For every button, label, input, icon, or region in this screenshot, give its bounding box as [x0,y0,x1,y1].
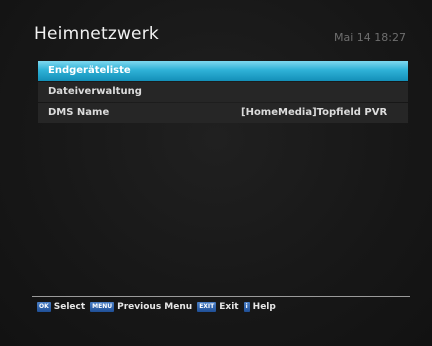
menu-item-dateiverwaltung[interactable]: Dateiverwaltung [38,82,408,102]
menu-item-label: Dateiverwaltung [48,86,142,97]
menu-item-dms-name[interactable]: DMS Name [HomeMedia]Topfield PVR [38,103,408,123]
page-title: Heimnetzwerk [34,24,159,44]
menu-item-label: Endgeräteliste [48,65,131,76]
datetime-display: Mai 14 18:27 [334,31,406,44]
help-key-label: Help [252,302,276,312]
tv-menu-screen: Heimnetzwerk Mai 14 18:27 Endgeräteliste… [0,0,432,346]
dms-name-value: [HomeMedia]Topfield PVR [241,107,388,118]
menu-item-endgeraeteliste[interactable]: Endgeräteliste [38,61,408,81]
exit-key-label: Exit [219,302,239,312]
exit-key-icon[interactable]: EXIT [197,302,217,312]
menu-list: Endgeräteliste Dateiverwaltung DMS Name … [38,61,408,124]
key-help-bar: OK Select MENU Previous Menu EXIT Exit i… [37,302,281,312]
info-key-icon[interactable]: i [243,302,250,312]
ok-key-icon[interactable]: OK [37,302,51,312]
ok-key-label: Select [53,302,86,312]
menu-key-label: Previous Menu [117,302,193,312]
menu-key-icon[interactable]: MENU [90,302,115,312]
footer-divider [32,296,410,297]
menu-item-label: DMS Name [48,107,110,118]
